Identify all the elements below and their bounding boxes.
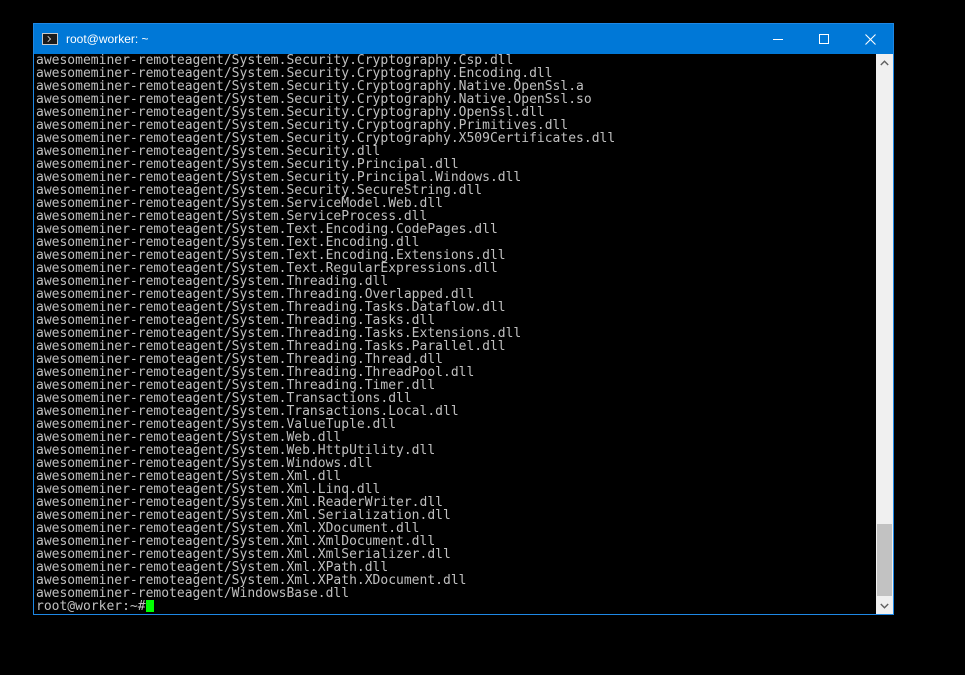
prompt-line[interactable]: root@worker:~#	[36, 600, 615, 613]
maximize-button[interactable]	[801, 24, 847, 54]
text-cursor	[146, 600, 155, 612]
scroll-up-button[interactable]	[876, 54, 893, 71]
terminal-window: root@worker: ~ awesomeminer-remoteagent/…	[33, 23, 894, 615]
minimize-icon	[773, 39, 783, 40]
close-icon	[864, 33, 876, 45]
chevron-down-icon	[880, 603, 889, 609]
close-button[interactable]	[847, 24, 893, 54]
maximize-icon	[819, 34, 829, 44]
scroll-down-button[interactable]	[876, 597, 893, 614]
chevron-up-icon	[880, 59, 889, 65]
window-controls	[755, 24, 893, 54]
terminal-output[interactable]: awesomeminer-remoteagent/System.Security…	[34, 54, 876, 614]
vertical-scrollbar[interactable]	[876, 54, 893, 614]
terminal-lines: awesomeminer-remoteagent/System.Security…	[36, 54, 615, 613]
terminal-icon[interactable]	[42, 33, 58, 45]
shell-prompt: root@worker:~#	[36, 599, 154, 614]
title-bar[interactable]: root@worker: ~	[34, 24, 893, 54]
scrollbar-thumb[interactable]	[877, 524, 892, 596]
minimize-button[interactable]	[755, 24, 801, 54]
window-title: root@worker: ~	[66, 32, 149, 46]
